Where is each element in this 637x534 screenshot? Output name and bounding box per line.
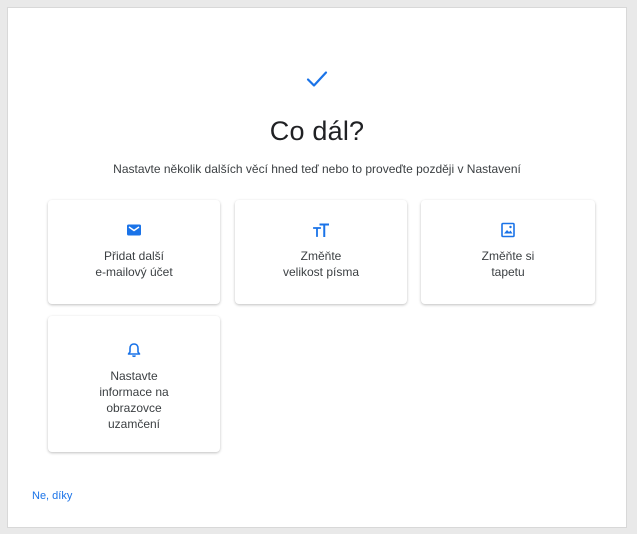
lock-screen-info-card[interactable]: Nastavte informace na obrazovce uzamčení	[48, 316, 220, 452]
mail-icon	[127, 224, 141, 236]
change-font-size-label: Změňte velikost písma	[282, 249, 360, 279]
add-email-account-card[interactable]: Přidat další e-mailový účet	[48, 200, 220, 304]
lock-screen-info-label: Nastavte informace na obrazovce uzamčení	[99, 369, 169, 431]
change-font-size-card[interactable]: Změňte velikost písma	[235, 200, 407, 304]
checkmark-icon	[306, 71, 328, 87]
add-email-account-label: Přidat další e-mailový účet	[95, 249, 173, 279]
font-size-icon	[313, 223, 329, 237]
bell-icon	[127, 343, 141, 358]
setup-dialog: Co dál? Nastavte několik dalších věcí hn…	[7, 7, 627, 528]
change-wallpaper-card[interactable]: Změňte si tapetu	[421, 200, 595, 304]
change-wallpaper-label: Změňte si tapetu	[481, 249, 535, 279]
page-title: Co dál?	[269, 116, 365, 146]
no-thanks-button[interactable]: Ne, díky	[32, 490, 72, 502]
wallpaper-icon	[501, 222, 515, 238]
done-check	[8, 70, 626, 94]
page-subtitle: Nastavte několik dalších věcí hned teď n…	[113, 162, 521, 176]
